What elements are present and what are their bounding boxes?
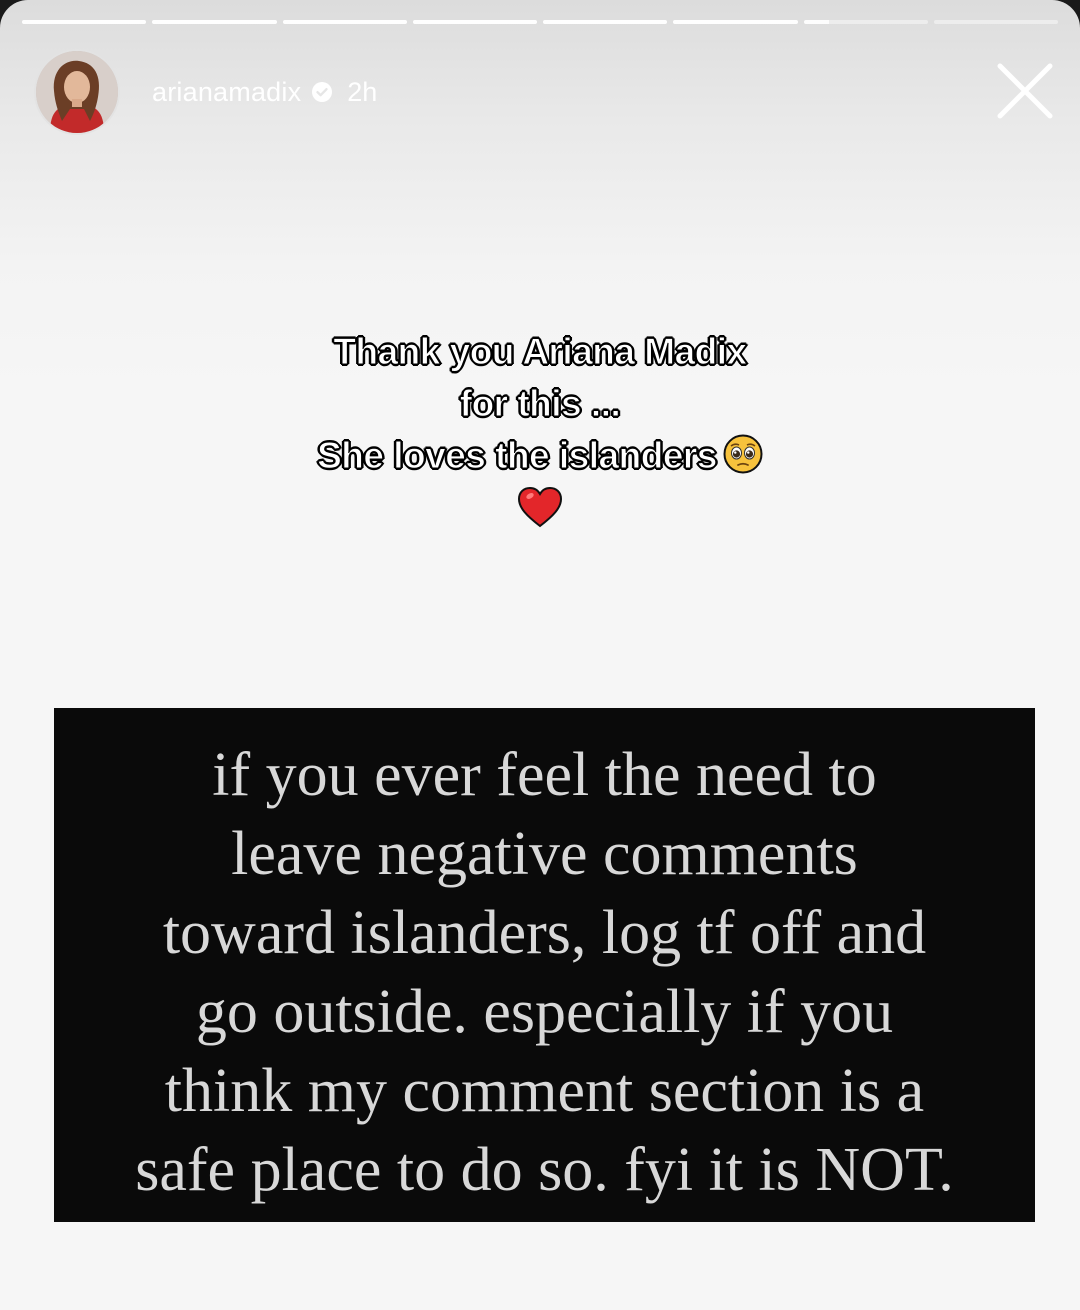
quote-line: safe place to do so. fyi it is NOT. (135, 1136, 954, 1204)
progress-segment (412, 20, 537, 24)
red-heart-icon (517, 486, 563, 528)
progress-segment (282, 20, 407, 24)
username[interactable]: arianamadix (152, 77, 301, 108)
story-progress-bar (22, 20, 1058, 26)
caption-line-3-text: She loves the islanders (317, 435, 718, 477)
avatar[interactable] (34, 49, 120, 135)
caption-line-4 (240, 482, 840, 542)
quote-line: go outside. especially if you (195, 978, 894, 1046)
pleading-face-icon (723, 434, 763, 474)
quote-line: think my comment section is a (164, 1057, 925, 1125)
caption-line-1: Thank you Ariana Madix (333, 331, 748, 373)
quote-line: leave negative comments (231, 820, 858, 888)
progress-segment-current (803, 20, 928, 24)
story-caption: Thank you Ariana Madix for this ... She … (240, 326, 840, 542)
quote-line: toward islanders, log tf off and (162, 899, 927, 967)
story-header: arianamadix 2h (34, 49, 378, 135)
story-viewer[interactable]: arianamadix 2h Thank you Ariana Madix fo… (0, 0, 1080, 1310)
caption-line-3: She loves the islanders (240, 430, 840, 482)
verified-badge-icon (311, 81, 333, 103)
quote-image: if you ever feel the need to leave negat… (54, 708, 1035, 1222)
progress-segment (152, 20, 277, 24)
quote-text: if you ever feel the need to leave negat… (54, 736, 1035, 1210)
progress-segment (543, 20, 668, 24)
caption-line-2: for this ... (459, 383, 621, 425)
progress-segment (933, 20, 1058, 24)
close-icon[interactable] (996, 62, 1054, 120)
quote-line: if you ever feel the need to (212, 741, 877, 809)
post-time: 2h (347, 76, 378, 107)
progress-segment (22, 20, 147, 24)
progress-segment (673, 20, 798, 24)
